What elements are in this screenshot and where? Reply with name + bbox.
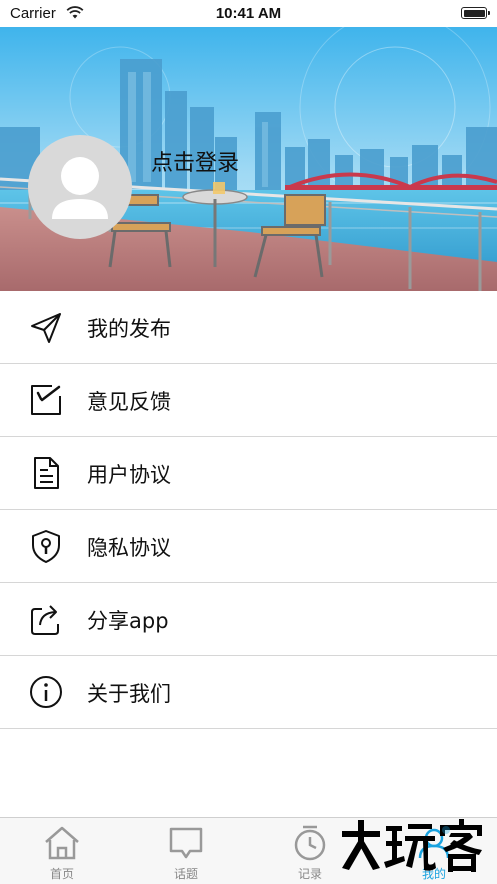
home-icon [45,826,79,860]
status-bar: Carrier 10:41 AM [0,0,497,27]
menu-label: 意见反馈 [87,390,171,414]
menu-item-privacy-policy[interactable]: 隐私协议 [0,510,497,583]
battery-icon [461,7,490,19]
menu-label: 隐私协议 [87,536,171,560]
shield-lock-icon [32,530,60,563]
watermark-logo [342,819,482,872]
info-icon [30,676,62,708]
profile-header: 点击登录 [0,27,497,291]
share-icon [31,605,59,635]
menu-item-feedback[interactable]: 意见反馈 [0,364,497,437]
chat-bubble-icon [169,827,203,859]
tab-label: 话题 [173,867,198,881]
document-icon [34,457,59,489]
tab-home[interactable]: 首页 [0,818,124,884]
menu-item-share-app[interactable]: 分享app [0,583,497,656]
menu-item-my-posts[interactable]: 我的发布 [0,291,497,364]
menu-label: 用户协议 [87,463,171,487]
menu-label: 分享app [87,609,169,633]
menu-item-user-agreement[interactable]: 用户协议 [0,437,497,510]
default-user-icon [52,157,108,219]
menu-label: 关于我们 [87,682,171,706]
menu-label: 我的发布 [87,317,171,341]
settings-menu: 我的发布 意见反馈 用户协议 隐私协议 分享app 关于我们 [0,291,497,729]
clock-time: 10:41 AM [215,5,282,22]
user-avatar[interactable] [28,135,132,239]
tab-label: 首页 [49,867,74,881]
tab-topics[interactable]: 话题 [124,818,248,884]
login-prompt[interactable]: 点击登录 [151,145,239,177]
menu-item-about-us[interactable]: 关于我们 [0,656,497,729]
send-icon [31,313,61,343]
clock-icon [294,825,326,861]
feedback-edit-icon [31,385,61,415]
